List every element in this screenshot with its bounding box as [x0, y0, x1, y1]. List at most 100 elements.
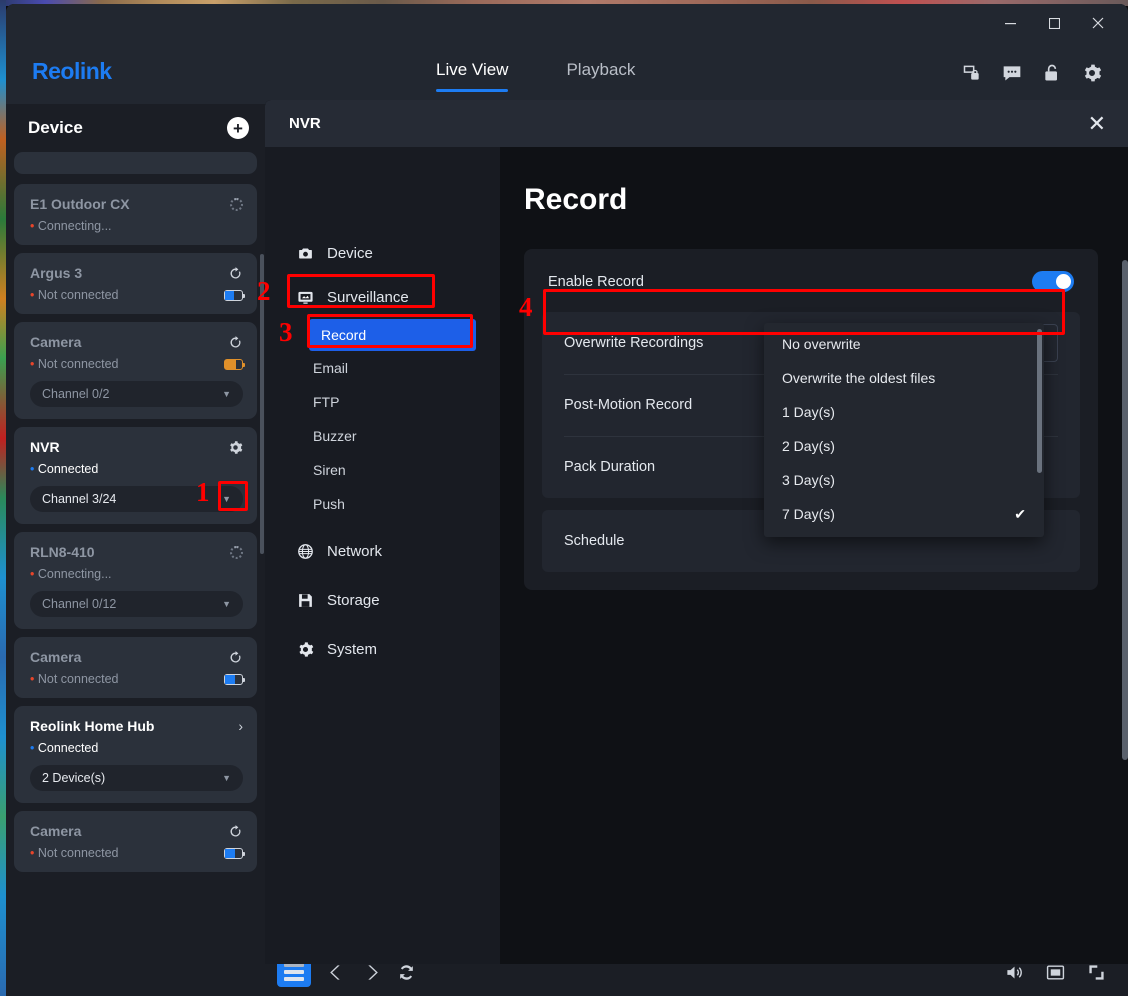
modal-header: NVR ✕ — [265, 100, 1128, 147]
dropdown-option-label: 1 Day(s) — [782, 404, 835, 420]
dropdown-option-label: 3 Day(s) — [782, 472, 835, 488]
battery-icon — [224, 673, 245, 685]
previous-icon[interactable] — [327, 963, 346, 982]
settings-nav: Device Surveillance Record Email FTP Buz… — [265, 147, 500, 964]
refresh-icon[interactable] — [228, 266, 243, 281]
dropdown-option-no-overwrite[interactable]: No overwrite — [764, 327, 1044, 361]
refresh-icon[interactable] — [228, 824, 243, 839]
device-status: Not connected — [30, 288, 119, 302]
volume-icon[interactable] — [1005, 963, 1024, 982]
chevron-down-icon: ▼ — [222, 773, 231, 783]
nvr-settings-gear-icon[interactable] — [228, 440, 243, 455]
nav-item-system[interactable]: System — [265, 627, 500, 671]
dropdown-option-3-days[interactable]: 3 Day(s) — [764, 463, 1044, 497]
screen-icon[interactable] — [1046, 963, 1065, 982]
device-card-reolink-home-hub[interactable]: Reolink Home Hub › Connected 2 Device(s)… — [14, 706, 257, 803]
monitor-icon — [298, 291, 313, 304]
device-status: Connecting... — [30, 567, 112, 581]
device-count-label: 2 Device(s) — [42, 771, 106, 785]
fullscreen-icon[interactable] — [1087, 963, 1106, 982]
channel-selector[interactable]: Channel 3/24 ▼ — [30, 486, 243, 512]
device-card-camera-1[interactable]: Camera Not connected Channel 0/2 ▼ — [14, 322, 257, 419]
window-titlebar — [6, 4, 1128, 42]
page-title: Record — [524, 183, 628, 216]
refresh-icon[interactable] — [397, 963, 416, 982]
tab-playback[interactable]: Playback — [566, 60, 635, 86]
close-window-button[interactable] — [1076, 6, 1120, 40]
device-status-row: Not connected — [30, 357, 245, 371]
nav-item-record[interactable]: Record — [309, 319, 476, 351]
add-device-button[interactable]: + — [227, 117, 249, 139]
unlock-icon[interactable] — [1042, 63, 1062, 83]
image-lock-icon[interactable] — [962, 63, 982, 83]
spinner-icon — [230, 197, 243, 211]
device-name: NVR — [30, 439, 60, 455]
device-card-partial — [14, 152, 257, 174]
minimize-button[interactable] — [988, 6, 1032, 40]
device-status: Connecting... — [30, 219, 112, 233]
channel-selector[interactable]: Channel 0/2 ▼ — [30, 381, 243, 407]
tab-live-view[interactable]: Live View — [436, 60, 509, 92]
nav-item-device[interactable]: Device — [265, 231, 500, 275]
device-status-row: Not connected — [30, 672, 245, 686]
nvr-settings-modal: NVR ✕ Device Surveillance Record Email F… — [265, 100, 1128, 964]
device-status-row: Connected — [30, 741, 243, 755]
chevron-right-icon[interactable]: › — [238, 718, 243, 734]
enable-record-row: Enable Record — [542, 267, 1080, 312]
device-card-rln8-410[interactable]: RLN8-410 Connecting... Channel 0/12 ▼ — [14, 532, 257, 629]
device-status-row: Connecting... — [30, 567, 243, 581]
nav-item-surveillance[interactable]: Surveillance — [265, 275, 500, 319]
refresh-icon[interactable] — [228, 650, 243, 665]
device-sidebar-header: Device + — [6, 104, 265, 152]
device-card-top: E1 Outdoor CX — [30, 196, 243, 212]
chat-icon[interactable] — [1002, 63, 1022, 83]
nav-item-network[interactable]: Network — [265, 529, 500, 573]
device-card-top: RLN8-410 — [30, 544, 243, 560]
close-modal-button[interactable]: ✕ — [1088, 112, 1106, 135]
device-status-row: Connecting... — [30, 219, 243, 233]
device-name: Camera — [30, 649, 82, 665]
refresh-icon[interactable] — [228, 335, 243, 350]
maximize-button[interactable] — [1032, 6, 1076, 40]
dropdown-option-7-days[interactable]: 7 Day(s) ✔ — [764, 497, 1044, 531]
nav-item-ftp[interactable]: FTP — [265, 385, 500, 419]
nav-item-buzzer[interactable]: Buzzer — [265, 419, 500, 453]
camera-icon — [299, 248, 312, 258]
device-status: Not connected — [30, 357, 119, 371]
overwrite-recordings-dropdown[interactable]: No overwrite Overwrite the oldest files … — [764, 323, 1044, 537]
main-tabs: Live View Playback — [436, 42, 635, 104]
channel-label: Channel 0/12 — [42, 597, 117, 611]
gear-icon[interactable] — [1082, 63, 1102, 83]
nav-item-label: Surveillance — [327, 288, 409, 306]
dropdown-scrollbar[interactable] — [1037, 329, 1042, 473]
dropdown-option-label: 7 Day(s) — [782, 506, 835, 522]
dropdown-option-overwrite-oldest[interactable]: Overwrite the oldest files — [764, 361, 1044, 395]
device-status: Connected — [30, 462, 98, 476]
save-icon — [299, 593, 312, 607]
nav-item-storage[interactable]: Storage — [265, 578, 500, 622]
brand-logo: Reolink — [32, 58, 112, 84]
dropdown-option-1-day[interactable]: 1 Day(s) — [764, 395, 1044, 429]
next-icon[interactable] — [362, 963, 381, 982]
page-scrollbar[interactable] — [1122, 260, 1128, 760]
channel-selector[interactable]: Channel 0/12 ▼ — [30, 591, 243, 617]
device-name: Reolink Home Hub — [30, 718, 155, 734]
battery-icon — [224, 358, 245, 370]
device-card-argus-3[interactable]: Argus 3 Not connected — [14, 253, 257, 314]
nav-item-siren[interactable]: Siren — [265, 453, 500, 487]
device-status: Not connected — [30, 672, 119, 686]
device-list[interactable]: E1 Outdoor CX Connecting... Argus 3 Not … — [6, 152, 265, 996]
device-count-selector[interactable]: 2 Device(s) ▼ — [30, 765, 243, 791]
nav-item-push[interactable]: Push — [265, 487, 500, 521]
nav-item-email[interactable]: Email — [265, 351, 500, 385]
dropdown-option-2-days[interactable]: 2 Day(s) — [764, 429, 1044, 463]
device-card-e1-outdoor-cx[interactable]: E1 Outdoor CX Connecting... — [14, 184, 257, 245]
enable-record-toggle[interactable] — [1032, 271, 1074, 292]
device-card-camera-2[interactable]: Camera Not connected — [14, 637, 257, 698]
device-card-nvr[interactable]: NVR Connected Channel 3/24 ▼ — [14, 427, 257, 524]
device-card-camera-3[interactable]: Camera Not connected — [14, 811, 257, 872]
device-card-top: Camera — [30, 649, 243, 665]
dropdown-option-label: No overwrite — [782, 336, 861, 352]
chevron-down-icon: ▼ — [222, 599, 231, 609]
enable-record-label: Enable Record — [548, 273, 644, 290]
